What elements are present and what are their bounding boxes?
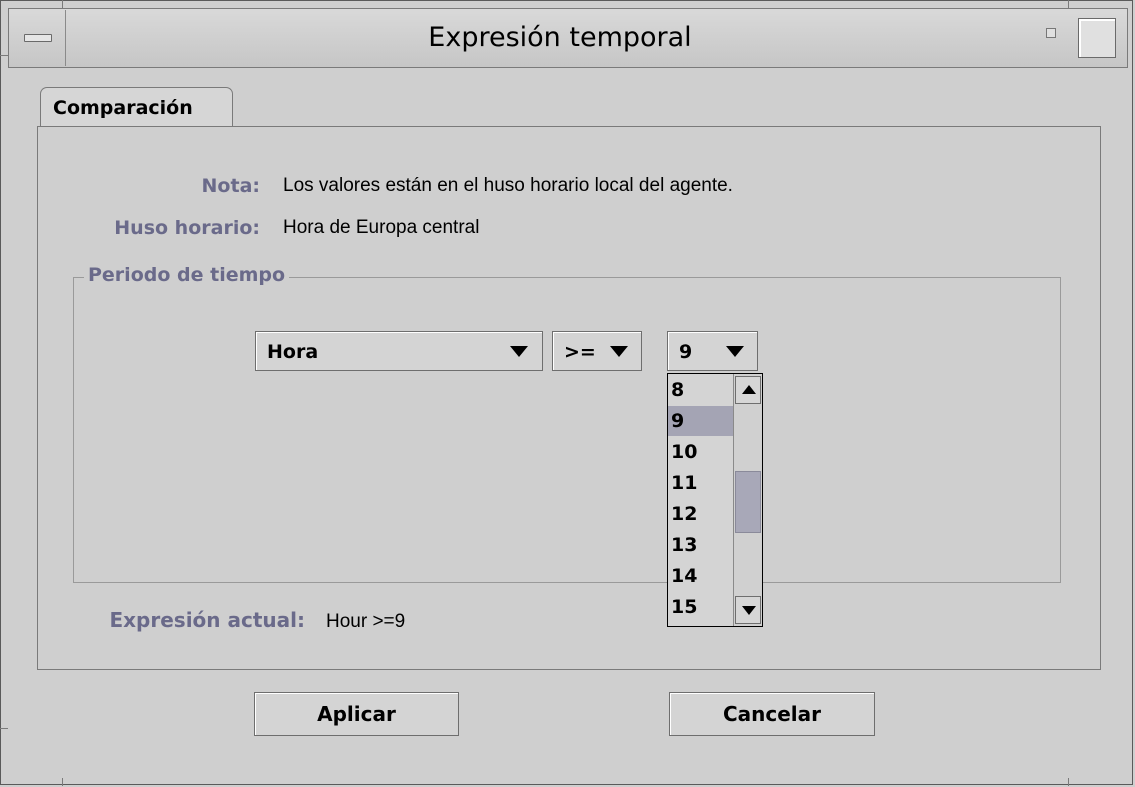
operator-select[interactable]: >= (552, 331, 642, 371)
scroll-down-button[interactable] (735, 596, 761, 624)
period-fieldset (73, 277, 1061, 583)
dropdown-scrollbar[interactable] (733, 374, 762, 626)
chevron-down-icon (510, 346, 528, 357)
window-menu-button[interactable] (10, 10, 66, 66)
frame-tick (1068, 0, 1069, 8)
list-item[interactable]: 13 (668, 530, 733, 560)
arrow-up-icon (742, 385, 756, 394)
field-select[interactable]: Hora (255, 331, 543, 371)
period-legend: Periodo de tiempo (84, 264, 290, 286)
chevron-down-icon (610, 346, 628, 357)
scroll-up-button[interactable] (735, 376, 761, 404)
list-item[interactable]: 10 (668, 437, 733, 467)
expression-label: Expresión actual: (109, 608, 305, 632)
arrow-down-icon (742, 606, 756, 615)
window-title: Expresión temporal (428, 22, 692, 53)
frame-tick (62, 0, 63, 8)
chevron-down-icon (726, 346, 744, 357)
window-menu-icon (23, 34, 52, 42)
cancel-button[interactable]: Cancelar (669, 692, 875, 736)
minimize-button[interactable] (1046, 28, 1056, 38)
frame-tick (0, 55, 8, 56)
list-item[interactable]: 15 (668, 592, 733, 622)
scrollbar-thumb[interactable] (735, 471, 761, 533)
list-item[interactable]: 14 (668, 561, 733, 591)
operator-select-value: >= (564, 341, 596, 363)
maximize-button[interactable] (1078, 18, 1116, 58)
value-select[interactable]: 9 (667, 331, 758, 371)
apply-button[interactable]: Aplicar (254, 692, 459, 736)
frame-tick (1068, 778, 1069, 786)
frame-tick (0, 728, 8, 729)
frame-tick (62, 778, 63, 786)
tab-comparacion[interactable]: Comparación (40, 87, 233, 127)
list-item[interactable]: 8 (668, 375, 733, 405)
value-select-value: 9 (679, 341, 693, 363)
list-item[interactable]: 12 (668, 499, 733, 529)
timezone-value: Hora de Europa central (283, 217, 480, 238)
field-select-value: Hora (267, 341, 319, 363)
list-item-selected[interactable]: 9 (668, 406, 733, 436)
timezone-label: Huso horario: (114, 217, 260, 239)
list-item[interactable]: 11 (668, 468, 733, 498)
note-value: Los valores están en el huso horario loc… (283, 175, 733, 196)
tab-label: Comparación (53, 97, 193, 119)
note-label: Nota: (201, 175, 260, 197)
expression-value: Hour >=9 (326, 611, 406, 632)
